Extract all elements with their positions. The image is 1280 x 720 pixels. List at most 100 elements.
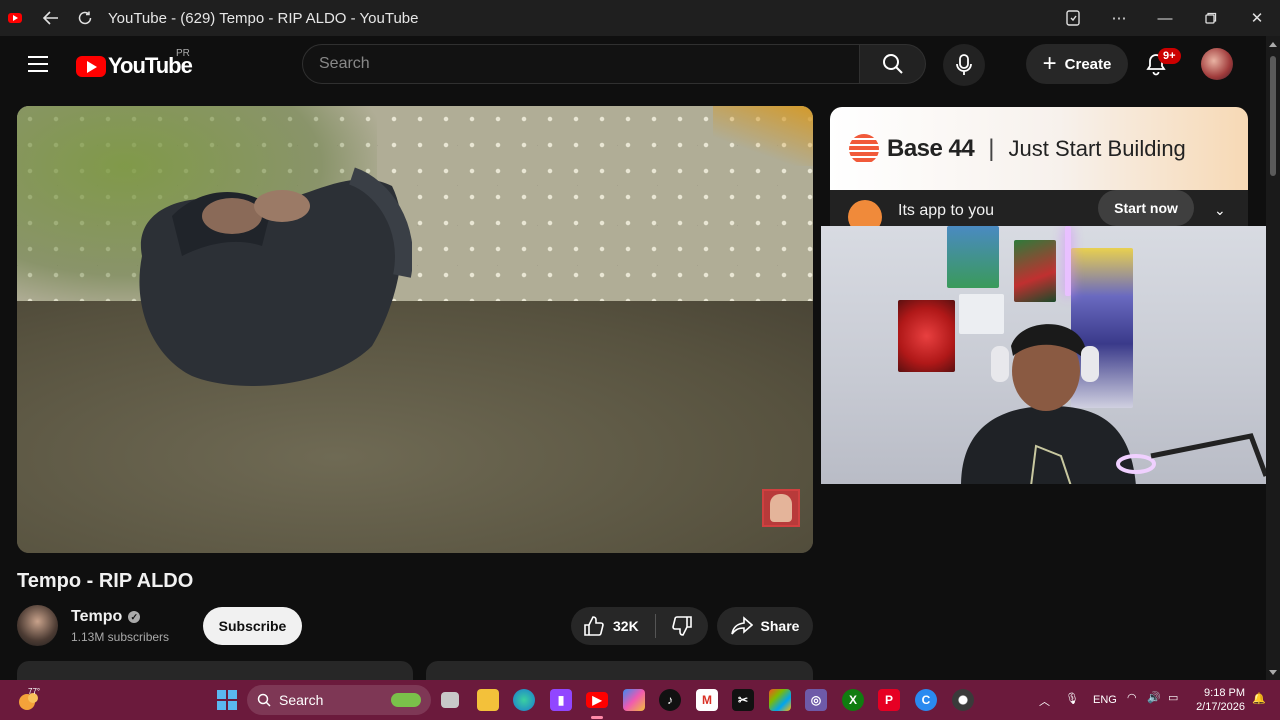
- youtube-header: YouTube PR + Create 9+: [0, 36, 1266, 96]
- ad-info-row: Its app to you Start now ⌄: [830, 190, 1248, 227]
- restore-icon: [1205, 12, 1217, 24]
- video-frame-orange-corner: [713, 106, 813, 166]
- dislike-button[interactable]: [656, 607, 708, 645]
- windows-start-icon[interactable]: [216, 689, 238, 711]
- windows-taskbar: 77° Search ▮ ▶ ♪ M ✂ ◎ X P C ︿ 🎙 ENG ◠ 🔊…: [0, 680, 1280, 720]
- gmail-icon[interactable]: M: [696, 689, 718, 711]
- file-explorer-icon[interactable]: [477, 689, 499, 711]
- youtube-logo[interactable]: YouTube: [76, 53, 193, 79]
- video-frame-person: [139, 167, 412, 386]
- arrow-left-icon: [42, 11, 58, 25]
- search-button[interactable]: [860, 44, 926, 84]
- search-input[interactable]: [302, 44, 860, 84]
- thumbs-up-icon: [584, 616, 604, 636]
- task-view-icon[interactable]: [441, 692, 459, 708]
- voice-search-button[interactable]: [943, 44, 985, 86]
- poster-1: [947, 226, 999, 288]
- youtube-taskbar-icon[interactable]: ▶: [586, 692, 608, 708]
- minimize-button[interactable]: —: [1142, 0, 1188, 36]
- like-dislike-group: 32K: [571, 607, 708, 645]
- app-install-button[interactable]: [1050, 0, 1096, 36]
- more-options-button[interactable]: ⋯: [1096, 0, 1142, 36]
- search-bar: [302, 44, 926, 84]
- pinterest-icon[interactable]: P: [878, 689, 900, 711]
- weather-temperature: 77°: [28, 687, 41, 696]
- advertiser-avatar: [848, 200, 882, 227]
- ad-banner[interactable]: Base 44 | Just Start Building: [830, 107, 1248, 190]
- scroll-down-arrow[interactable]: [1269, 670, 1277, 675]
- copilot-icon[interactable]: [623, 689, 645, 711]
- account-avatar[interactable]: [1201, 48, 1233, 80]
- app-install-icon: [1066, 10, 1080, 26]
- reload-icon: [78, 11, 92, 25]
- page-scrollbar[interactable]: [1266, 36, 1280, 680]
- volume-icon[interactable]: 🔊: [1147, 691, 1161, 704]
- menu-icon[interactable]: [28, 56, 48, 72]
- plus-icon: +: [1042, 50, 1057, 77]
- like-button[interactable]: 32K: [571, 607, 655, 645]
- video-title: Tempo - RIP ALDO: [17, 570, 194, 592]
- comment-preview-box[interactable]: [426, 661, 813, 681]
- share-icon: [730, 616, 753, 635]
- poster-2: [1014, 240, 1056, 302]
- system-clock[interactable]: 9:18 PM 2/17/2026: [1195, 686, 1245, 714]
- back-button[interactable]: [34, 0, 68, 36]
- show-hidden-icons[interactable]: ︿: [1039, 693, 1050, 709]
- scroll-thumb[interactable]: [1270, 56, 1276, 176]
- led-strip: [1065, 226, 1071, 296]
- channel-watermark[interactable]: [762, 489, 800, 527]
- close-button[interactable]: ✕: [1234, 0, 1280, 36]
- description-box[interactable]: [17, 661, 413, 681]
- ad-headline: Its app to you: [898, 202, 995, 219]
- microphone-tray-icon[interactable]: 🎙: [1065, 692, 1079, 705]
- youtube-app-icon: [8, 13, 22, 23]
- thumbs-down-icon: [672, 616, 692, 636]
- capcut-icon[interactable]: ✂: [732, 689, 754, 711]
- sponsored-ad-card[interactable]: Base 44 | Just Start Building Its app to…: [830, 107, 1248, 227]
- create-button[interactable]: + Create: [1026, 44, 1128, 84]
- clock-date: 2/17/2026: [1196, 701, 1245, 713]
- search-icon: [257, 693, 271, 707]
- tiktok-icon[interactable]: ♪: [659, 689, 681, 711]
- ad-brand: Base 44: [887, 134, 975, 162]
- microphone-icon: [956, 54, 972, 75]
- base44-logo-icon: [849, 133, 879, 164]
- microphone-arm: [1116, 433, 1269, 477]
- channel-avatar[interactable]: [17, 605, 58, 646]
- scroll-up-arrow[interactable]: [1269, 42, 1277, 47]
- twitch-icon[interactable]: ▮: [550, 689, 572, 711]
- battery-icon[interactable]: ▭: [1168, 691, 1178, 704]
- clipchamp-icon[interactable]: C: [915, 689, 937, 711]
- channel-name[interactable]: Tempo ✓: [71, 608, 141, 626]
- edge-icon[interactable]: [513, 689, 535, 711]
- subscriber-count: 1.13M subscribers: [71, 630, 170, 644]
- verified-icon: ✓: [128, 611, 141, 623]
- clock-time: 9:18 PM: [1204, 687, 1245, 699]
- region-code: PR: [176, 48, 190, 59]
- restore-button[interactable]: [1188, 0, 1234, 36]
- video-player[interactable]: [17, 106, 813, 553]
- channel-name-text: Tempo: [71, 608, 123, 625]
- share-button[interactable]: Share: [717, 607, 813, 645]
- share-label: Share: [760, 618, 800, 634]
- chrome-icon[interactable]: [952, 689, 974, 711]
- like-count: 32K: [613, 618, 639, 634]
- wifi-icon[interactable]: ◠: [1127, 691, 1137, 704]
- ad-tagline: Just Start Building: [1008, 135, 1186, 161]
- taskbar-search-label: Search: [279, 692, 324, 708]
- obs-icon[interactable]: ◎: [805, 689, 827, 711]
- language-indicator[interactable]: ENG: [1093, 694, 1117, 706]
- xbox-icon[interactable]: X: [842, 689, 864, 711]
- reload-button[interactable]: [68, 0, 102, 36]
- chevron-down-icon[interactable]: ⌄: [1214, 202, 1226, 219]
- notification-badge: 9+: [1158, 48, 1181, 64]
- ad-cta-button[interactable]: Start now: [1098, 190, 1194, 226]
- browser-title-bar: YouTube - (629) Tempo - RIP ALDO - YouTu…: [0, 0, 1280, 36]
- microsoft-store-icon[interactable]: [769, 689, 791, 711]
- search-highlight-icon: [391, 693, 421, 707]
- subscribe-button[interactable]: Subscribe: [203, 607, 302, 645]
- window-title: YouTube - (629) Tempo - RIP ALDO - YouTu…: [108, 9, 419, 27]
- taskbar-search[interactable]: Search: [247, 685, 431, 715]
- webcam-overlay: [821, 226, 1280, 484]
- notification-center-icon[interactable]: 🔔: [1252, 692, 1266, 705]
